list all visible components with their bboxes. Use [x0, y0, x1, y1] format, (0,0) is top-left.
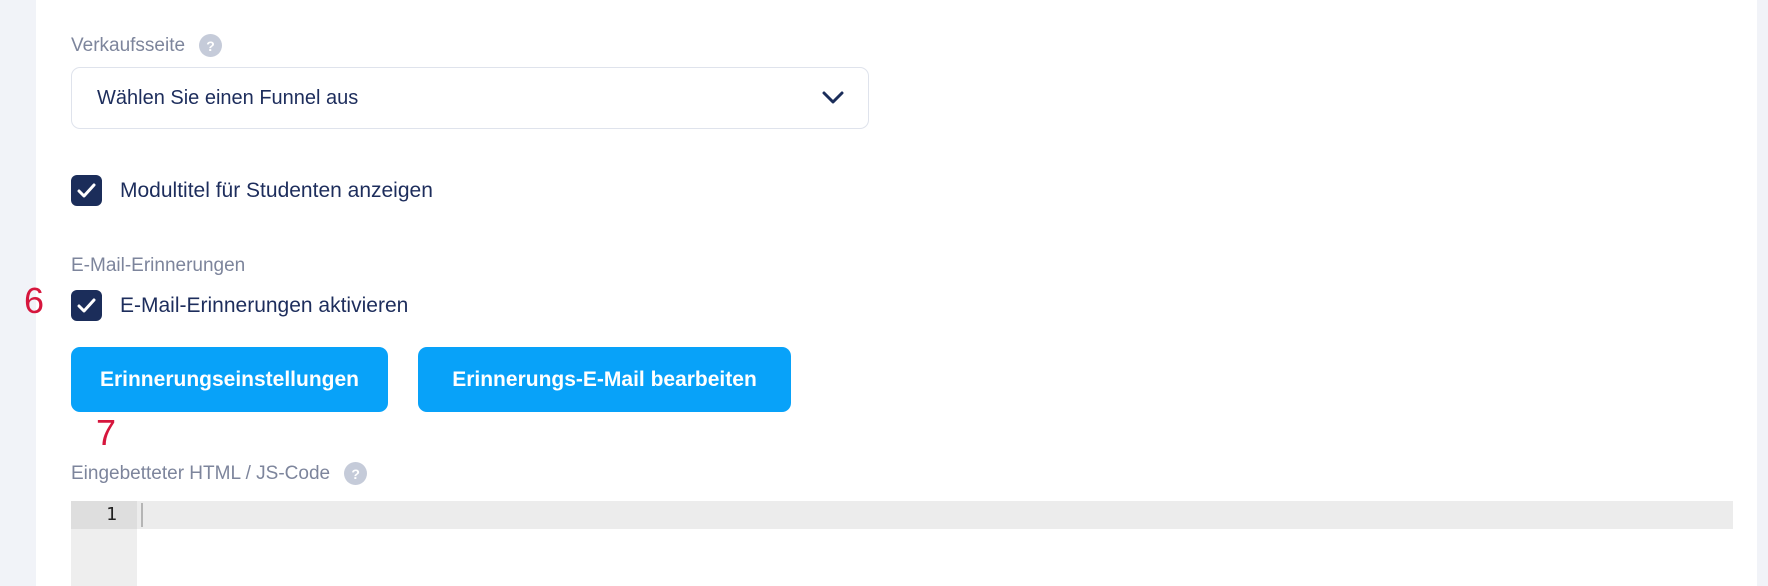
sales-page-label: Verkaufsseite: [71, 34, 186, 56]
code-editor[interactable]: 1: [71, 501, 1733, 586]
annotation-7: 7: [96, 412, 117, 453]
help-icon[interactable]: ?: [344, 462, 368, 485]
email-reminders-checkbox[interactable]: [71, 290, 102, 321]
module-title-option[interactable]: Modultitel für Studenten anzeigen: [71, 175, 433, 206]
checkmark-icon: [77, 298, 96, 313]
scrollbar-track[interactable]: [1757, 0, 1768, 586]
email-reminders-option[interactable]: E-Mail-Erinnerungen aktivieren: [71, 290, 408, 321]
email-reminders-checkbox-label: E-Mail-Erinnerungen aktivieren: [120, 293, 409, 317]
embedded-code-label: Eingebetteter HTML / JS-Code: [71, 462, 331, 484]
funnel-select[interactable]: Wählen Sie einen Funnel aus: [71, 67, 869, 129]
annotation-6: 6: [24, 280, 45, 321]
funnel-select-value: Wählen Sie einen Funnel aus: [97, 86, 359, 109]
chevron-down-icon: [822, 91, 844, 104]
email-reminders-section-label: E-Mail-Erinnerungen: [71, 254, 246, 276]
email-reminders-section-label-row: E-Mail-Erinnerungen: [71, 252, 245, 279]
reminder-settings-button[interactable]: Erinnerungseinstellungen: [71, 347, 388, 412]
sales-page-label-row: Verkaufsseite ?: [71, 32, 223, 59]
module-title-checkbox[interactable]: [71, 175, 102, 206]
help-icon[interactable]: ?: [199, 34, 223, 57]
active-line-highlight: [71, 501, 1733, 529]
edit-reminder-email-button[interactable]: Erinnerungs-E-Mail bearbeiten: [418, 347, 791, 412]
text-cursor: [141, 503, 143, 527]
module-title-checkbox-label: Modultitel für Studenten anzeigen: [120, 178, 433, 202]
line-number: 1: [106, 504, 117, 525]
checkmark-icon: [77, 183, 96, 198]
embedded-code-label-row: Eingebetteter HTML / JS-Code ?: [71, 460, 368, 487]
